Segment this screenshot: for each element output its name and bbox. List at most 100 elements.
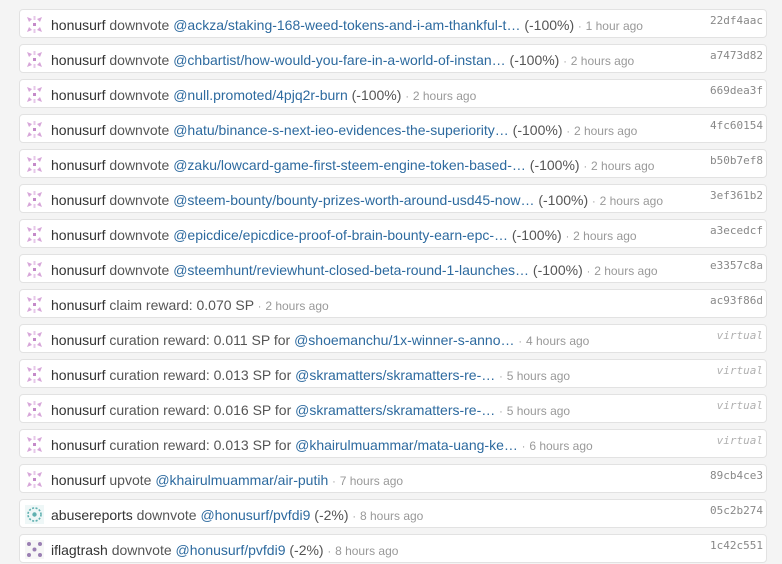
honusurf-avatar[interactable] <box>25 330 44 349</box>
iflagtrash-avatar[interactable] <box>25 540 44 559</box>
activity-text: honusurf downvote @steemhunt/reviewhunt-… <box>51 261 680 281</box>
post-link[interactable]: @null.promoted/4pjq2r-burn <box>173 87 348 103</box>
activity-text: honusurf curation reward: 0.011 SP for @… <box>51 331 680 351</box>
honusurf-avatar[interactable] <box>25 295 44 314</box>
activity-row: honusurf downvote @null.promoted/4pjq2r-… <box>19 79 767 108</box>
activity-row: honusurf curation reward: 0.016 SP for @… <box>19 394 767 423</box>
honusurf-avatar[interactable] <box>25 85 44 104</box>
user-link[interactable]: honusurf <box>51 227 105 243</box>
user-link[interactable]: honusurf <box>51 52 105 68</box>
activity-text: iflagtrash downvote @honusurf/pvfdi9 (-2… <box>51 541 680 561</box>
post-link[interactable]: @steemhunt/reviewhunt-closed-beta-round-… <box>173 262 529 278</box>
separator-dot: · <box>405 91 409 103</box>
post-link[interactable]: @ackza/staking-168-weed-tokens-and-i-am-… <box>173 17 520 33</box>
activity-text: honusurf downvote @steem-bounty/bounty-p… <box>51 191 680 211</box>
honusurf-avatar[interactable] <box>25 15 44 34</box>
honusurf-avatar[interactable] <box>25 470 44 489</box>
honusurf-avatar[interactable] <box>25 50 44 69</box>
separator-dot: · <box>499 406 503 418</box>
transaction-hash-link[interactable]: b50b7ef8 <box>710 154 763 167</box>
post-link[interactable]: @epicdice/epicdice-proof-of-brain-bounty… <box>173 227 508 243</box>
post-link[interactable]: @shoemanchu/1x-winner-s-anno… <box>294 332 514 348</box>
activity-text: honusurf downvote @epicdice/epicdice-pro… <box>51 226 680 246</box>
user-link[interactable]: honusurf <box>51 17 105 33</box>
action-text: downvote <box>109 17 170 33</box>
post-link[interactable]: @steem-bounty/bounty-prizes-worth-around… <box>173 192 534 208</box>
activity-text: honusurf claim reward: 0.070 SP · 2 hour… <box>51 296 680 316</box>
user-link[interactable]: honusurf <box>51 472 105 488</box>
post-link[interactable]: @khairulmuammar/air-putih <box>155 472 328 488</box>
user-link[interactable]: honusurf <box>51 437 105 453</box>
honusurf-avatar[interactable] <box>25 155 44 174</box>
honusurf-avatar[interactable] <box>25 365 44 384</box>
post-link[interactable]: @honusurf/pvfdi9 <box>176 542 286 558</box>
vote-weight: (-100%) <box>534 192 589 208</box>
timestamp: 2 hours ago <box>599 194 663 208</box>
honusurf-avatar[interactable] <box>25 435 44 454</box>
transaction-hash-link[interactable]: ac93f86d <box>710 294 763 307</box>
abusereports-avatar[interactable] <box>25 505 44 524</box>
activity-row: honusurf claim reward: 0.070 SP · 2 hour… <box>19 289 767 318</box>
user-link[interactable]: abusereports <box>51 507 133 523</box>
action-text: downvote <box>109 157 170 173</box>
timestamp: 2 hours ago <box>573 124 638 138</box>
user-link[interactable]: honusurf <box>51 402 105 418</box>
honusurf-avatar[interactable] <box>25 225 44 244</box>
transaction-hash-link[interactable]: 669dea3f <box>710 84 763 97</box>
transaction-hash-link[interactable]: 89cb4ce3 <box>710 469 763 482</box>
honusurf-avatar[interactable] <box>25 400 44 419</box>
vote-weight: (-100%) <box>508 122 563 138</box>
action-text: downvote <box>109 52 170 68</box>
timestamp: 8 hours ago <box>335 544 399 558</box>
transaction-hash-link[interactable]: 22df4aac <box>710 14 763 27</box>
honusurf-avatar[interactable] <box>25 260 44 279</box>
user-link[interactable]: honusurf <box>51 262 105 278</box>
post-link[interactable]: @chbartist/how-would-you-fare-in-a-world… <box>173 52 505 68</box>
action-text: downvote <box>109 227 170 243</box>
separator-dot: · <box>565 231 570 243</box>
action-text: downvote <box>109 122 170 138</box>
user-link[interactable]: honusurf <box>51 157 105 173</box>
honusurf-avatar[interactable] <box>25 120 44 139</box>
activity-row: honusurf curation reward: 0.013 SP for @… <box>19 429 767 458</box>
transaction-hash-link[interactable]: 05c2b274 <box>710 504 763 517</box>
timestamp: 6 hours ago <box>529 439 593 453</box>
honusurf-avatar[interactable] <box>25 190 44 209</box>
transaction-hash-link[interactable]: 3ef361b2 <box>710 189 763 202</box>
post-link[interactable]: @honusurf/pvfdi9 <box>200 507 310 523</box>
action-text: downvote <box>109 192 170 208</box>
action-text: curation reward: 0.013 SP <box>109 367 271 383</box>
vote-weight: (-2%) <box>285 542 324 558</box>
post-link[interactable]: @khairulmuammar/mata-uang-ke… <box>295 437 518 453</box>
transaction-hash-link[interactable]: 1c42c551 <box>710 539 763 552</box>
activity-row: honusurf downvote @steem-bounty/bounty-p… <box>19 184 767 213</box>
transaction-hash-link[interactable]: a7473d82 <box>710 49 763 62</box>
user-link[interactable]: honusurf <box>51 367 105 383</box>
activity-text: honusurf downvote @hatu/binance-s-next-i… <box>51 121 680 141</box>
for-text: for <box>274 402 292 418</box>
transaction-hash-link[interactable]: 4fc60154 <box>710 119 763 132</box>
separator-dot: · <box>586 266 591 278</box>
user-link[interactable]: honusurf <box>51 87 105 103</box>
user-link[interactable]: honusurf <box>51 297 105 313</box>
activity-row: honusurf downvote @chbartist/how-would-y… <box>19 44 767 73</box>
timestamp: 2 hours ago <box>591 159 655 173</box>
vote-weight: (-100%) <box>525 157 580 173</box>
user-link[interactable]: iflagtrash <box>51 542 108 558</box>
for-text: for <box>274 437 292 453</box>
action-text: downvote <box>109 87 170 103</box>
activity-text: honusurf curation reward: 0.013 SP for @… <box>51 366 680 386</box>
user-link[interactable]: honusurf <box>51 332 105 348</box>
post-link[interactable]: @skramatters/skramatters-re-… <box>295 402 495 418</box>
post-link[interactable]: @hatu/binance-s-next-ieo-evidences-the-s… <box>173 122 509 138</box>
user-link[interactable]: honusurf <box>51 122 105 138</box>
transaction-hash-link[interactable]: e3357c8a <box>710 259 763 272</box>
post-link[interactable]: @skramatters/skramatters-re-… <box>295 367 495 383</box>
transaction-hash-link[interactable]: a3ecedcf <box>710 224 763 237</box>
activity-text: honusurf downvote @ackza/staking-168-wee… <box>51 16 680 36</box>
separator-dot: · <box>327 546 332 558</box>
user-link[interactable]: honusurf <box>51 192 105 208</box>
separator-dot: · <box>518 336 523 348</box>
timestamp: 2 hours ago <box>594 264 658 278</box>
post-link[interactable]: @zaku/lowcard-game-first-steem-engine-to… <box>173 157 526 173</box>
